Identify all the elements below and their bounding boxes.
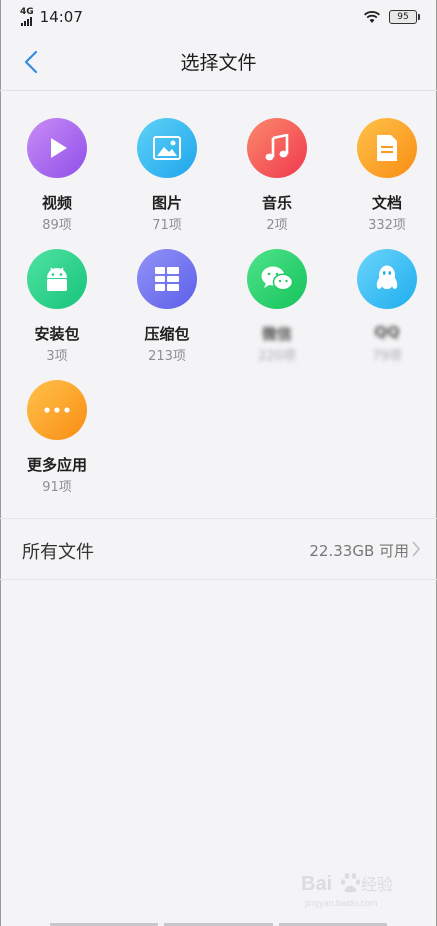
title-bar: 选择文件 [0, 34, 437, 90]
category-count: 3项 [46, 349, 68, 364]
svg-text:经验: 经验 [361, 876, 393, 894]
android-icon [27, 249, 87, 309]
category-label: QQ [374, 323, 400, 341]
category-count: 79项 [372, 349, 402, 364]
chevron-right-icon [412, 541, 421, 557]
wechat-icon [247, 249, 307, 309]
category-apk[interactable]: 安装包 3项 [12, 249, 102, 364]
battery-level: 95 [397, 12, 409, 22]
category-count: 89项 [42, 218, 72, 233]
storage-available: 22.33GB 可用 [309, 542, 409, 560]
category-count: 220项 [258, 349, 296, 364]
more-dots-icon [27, 380, 87, 440]
category-label: 文档 [371, 194, 402, 212]
status-right: 95 [363, 10, 420, 24]
wifi-icon [363, 11, 381, 23]
header-divider [0, 90, 437, 91]
category-label: 压缩包 [144, 325, 190, 343]
network-type: 4G [20, 7, 34, 17]
category-count: 2项 [266, 218, 288, 233]
music-note-icon [247, 118, 307, 178]
category-label: 图片 [151, 194, 182, 212]
category-qq[interactable]: QQ 79项 [342, 249, 432, 364]
category-count: 213项 [148, 349, 186, 364]
svg-text:Bai: Bai [301, 873, 332, 895]
category-label: 更多应用 [26, 456, 87, 474]
category-count: 71项 [152, 218, 182, 233]
status-bar: 4G 14:07 95 [0, 0, 437, 34]
category-count: 91项 [42, 480, 72, 495]
category-label: 视频 [41, 194, 72, 212]
status-left: 4G 14:07 [20, 8, 83, 26]
baidu-watermark-logo: Bai 经验 jingyan.baidu.com [301, 873, 393, 908]
all-files-row[interactable]: 所有文件 22.33GB 可用 [0, 518, 437, 580]
signal-icon: 4G [20, 8, 34, 26]
category-count: 332项 [368, 218, 406, 233]
battery-icon: 95 [389, 10, 420, 24]
category-more-apps[interactable]: 更多应用 91项 [12, 380, 102, 495]
category-images[interactable]: 图片 71项 [122, 118, 212, 233]
document-icon [357, 118, 417, 178]
all-files-label: 所有文件 [22, 542, 94, 563]
image-icon [137, 118, 197, 178]
window-left-edge [0, 0, 1, 926]
category-label: 音乐 [261, 194, 292, 212]
qq-penguin-icon [357, 249, 417, 309]
play-icon [27, 118, 87, 178]
svg-text:jingyan.baidu.com: jingyan.baidu.com [304, 898, 378, 908]
category-video[interactable]: 视频 89项 [12, 118, 102, 233]
status-time: 14:07 [39, 8, 83, 26]
category-label: 安装包 [34, 325, 80, 343]
page-title: 选择文件 [180, 52, 257, 74]
category-wechat[interactable]: 微信 220项 [232, 249, 322, 364]
category-documents[interactable]: 文档 332项 [342, 118, 432, 233]
archive-icon [137, 249, 197, 309]
category-music[interactable]: 音乐 2项 [232, 118, 322, 233]
category-archives[interactable]: 压缩包 213项 [122, 249, 212, 364]
category-label: 微信 [261, 325, 292, 343]
